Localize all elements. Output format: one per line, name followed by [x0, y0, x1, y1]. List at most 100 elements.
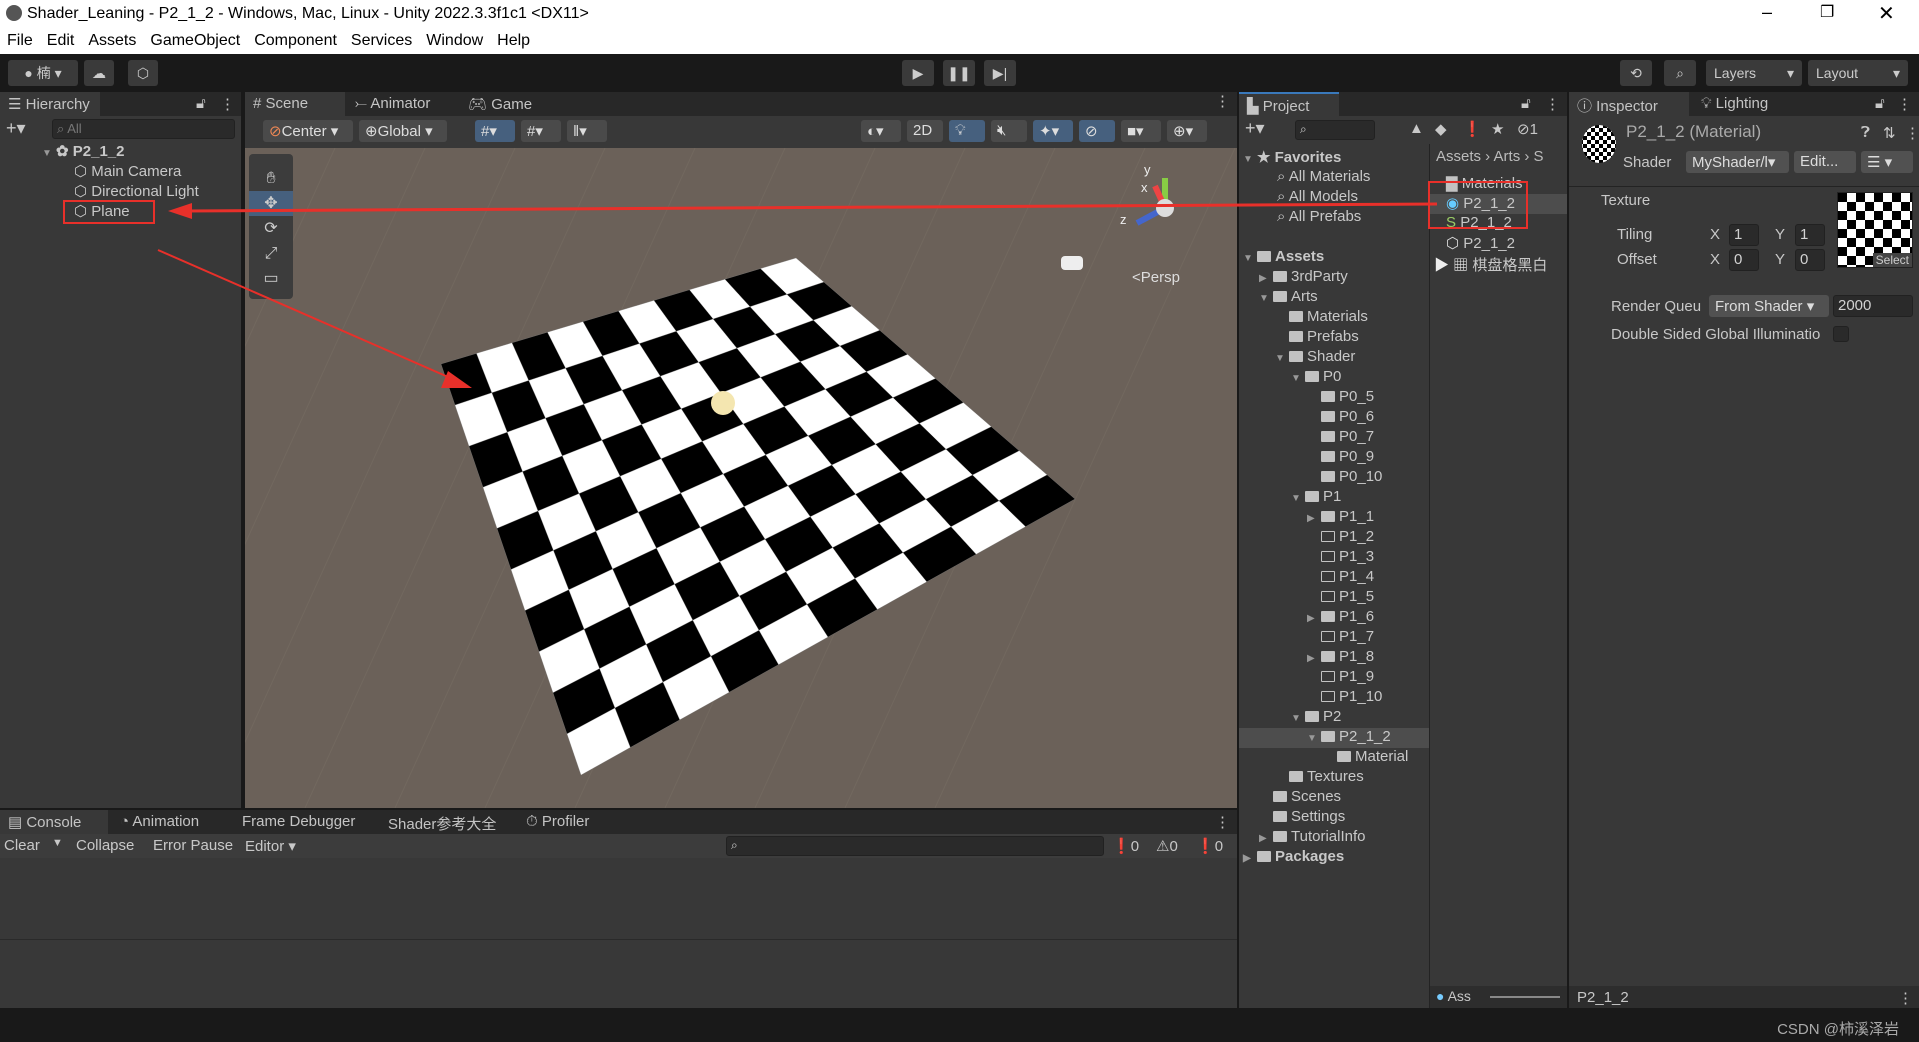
- directional-light-icon[interactable]: [711, 391, 735, 415]
- more-icon[interactable]: ⋮: [1215, 92, 1230, 110]
- filter-label-icon[interactable]: ◆: [1435, 120, 1447, 138]
- project-tree-item[interactable]: ▼ P0: [1291, 368, 1341, 388]
- lock-icon[interactable]: 🔓︎: [196, 95, 206, 112]
- scene-canvas[interactable]: [245, 148, 1237, 808]
- tab-game[interactable]: 🎮︎ Game: [460, 92, 540, 116]
- visibility-toggle[interactable]: ⊘: [1079, 120, 1115, 142]
- rotate-tool-icon[interactable]: ⟳: [249, 216, 293, 241]
- menu-gameobject[interactable]: GameObject: [143, 28, 247, 54]
- chevron-right-icon[interactable]: ▶: [1259, 833, 1273, 844]
- maximize-button[interactable]: ❐: [1820, 2, 1834, 22]
- project-tree-item[interactable]: ▼ Assets: [1243, 248, 1324, 268]
- breadcrumb-item[interactable]: S: [1534, 148, 1544, 165]
- favorite-star-icon[interactable]: ★: [1491, 120, 1504, 138]
- more-icon[interactable]: ⋮: [1215, 813, 1230, 831]
- lock-icon[interactable]: 🔓︎: [1521, 95, 1531, 112]
- hand-tool-icon[interactable]: ✋︎: [249, 166, 293, 191]
- offset-x-field[interactable]: 0: [1729, 249, 1759, 271]
- chevron-down-icon[interactable]: ▼: [1291, 373, 1305, 384]
- tab-console[interactable]: ▤ Console: [0, 810, 108, 834]
- hierarchy-item-main-camera[interactable]: ⬡ Main Camera: [74, 162, 181, 182]
- add-button[interactable]: +▾: [6, 118, 26, 139]
- menu-file[interactable]: File: [0, 28, 40, 54]
- cloud-button[interactable]: ☁: [84, 60, 114, 86]
- tab-animator[interactable]: ⤚ Animator: [347, 92, 438, 116]
- effects-dropdown[interactable]: ✦▾: [1033, 120, 1073, 142]
- project-tree-item[interactable]: P1_3: [1307, 548, 1374, 568]
- increment-snap-button[interactable]: ‖▾: [567, 120, 607, 142]
- filter-error-icon[interactable]: ❗: [1463, 120, 1482, 138]
- rect-tool-icon[interactable]: ▭: [249, 266, 293, 291]
- chevron-right-icon[interactable]: ▶: [1307, 513, 1321, 524]
- project-tree-item[interactable]: ▶ P1_1: [1307, 508, 1374, 528]
- project-tree-item[interactable]: ▶ Packages: [1243, 848, 1344, 868]
- pause-button[interactable]: ❚❚: [943, 60, 975, 86]
- project-tree-item[interactable]: ▼ P2_1_2: [1239, 728, 1429, 748]
- grid-snap-button[interactable]: #▾: [475, 120, 515, 142]
- shading-mode-button[interactable]: ◐▾: [861, 120, 901, 142]
- collapse-button[interactable]: Collapse: [76, 837, 134, 854]
- favorite-all-materials[interactable]: ⌕ All Materials: [1277, 168, 1370, 188]
- project-tree-item[interactable]: P1_5: [1307, 588, 1374, 608]
- menu-help[interactable]: Help: [490, 28, 537, 54]
- shader-options-button[interactable]: ☰ ▾: [1861, 151, 1913, 173]
- more-icon[interactable]: ⋮: [1905, 124, 1919, 142]
- select-texture-button[interactable]: Select: [1872, 253, 1912, 267]
- log-toggle[interactable]: ❗0: [1112, 837, 1139, 855]
- project-tree-item[interactable]: ▼ P2: [1291, 708, 1341, 728]
- render-queue-dropdown[interactable]: From Shader ▾: [1709, 295, 1829, 317]
- chevron-down-icon[interactable]: ▼: [1243, 253, 1257, 264]
- double-sided-gi-checkbox[interactable]: [1833, 326, 1849, 342]
- audio-toggle[interactable]: 🔇︎: [991, 120, 1027, 142]
- favorites-header[interactable]: ▼ ★ Favorites: [1243, 148, 1341, 168]
- project-tree-item[interactable]: ▶ TutorialInfo: [1259, 828, 1365, 848]
- project-tree-item[interactable]: P1_4: [1307, 568, 1374, 588]
- project-file-item[interactable]: ▶ ▦ 棋盘格黑白: [1434, 254, 1547, 274]
- project-tree-item[interactable]: ▼ Shader: [1275, 348, 1355, 368]
- chevron-down-icon[interactable]: ▼: [1307, 733, 1321, 744]
- filter-type-icon[interactable]: ▲: [1409, 120, 1424, 137]
- lock-icon[interactable]: 🔓︎: [1875, 95, 1885, 112]
- tab-animation[interactable]: ◔ Animation: [112, 810, 207, 834]
- project-tree-item[interactable]: P0_6: [1307, 408, 1374, 428]
- hidden-packages-icon[interactable]: ⊘1: [1517, 120, 1538, 138]
- tab-hierarchy[interactable]: ☰ Hierarchy: [0, 92, 100, 116]
- project-tree-item[interactable]: Materials: [1275, 308, 1368, 328]
- search-button[interactable]: ⌕: [1664, 60, 1696, 86]
- editor-dropdown[interactable]: Editor ▾: [245, 837, 296, 855]
- project-tree-item[interactable]: ▶ P1_6: [1307, 608, 1374, 628]
- tab-profiler[interactable]: ⏱︎ Profiler: [518, 810, 597, 834]
- step-button[interactable]: ▶|: [984, 60, 1016, 86]
- project-tree-item[interactable]: P0_10: [1307, 468, 1382, 488]
- scene-viewport[interactable]: ✋︎ ✥ ⟳ ⤢ ▭ <Persp y x z: [245, 148, 1237, 808]
- history-button[interactable]: ⟲: [1620, 60, 1652, 86]
- shader-dropdown[interactable]: MyShader/l▾: [1686, 151, 1789, 173]
- project-tree-item[interactable]: Settings: [1259, 808, 1345, 828]
- breadcrumb-item[interactable]: Arts: [1494, 148, 1521, 165]
- offset-y-field[interactable]: 0: [1795, 249, 1825, 271]
- chevron-right-icon[interactable]: ▶: [1243, 853, 1257, 864]
- more-icon[interactable]: ⋮: [1897, 95, 1912, 113]
- project-tree-item[interactable]: P0_5: [1307, 388, 1374, 408]
- lighting-toggle[interactable]: 💡︎: [949, 120, 985, 142]
- menu-edit[interactable]: Edit: [40, 28, 82, 54]
- settings-icon[interactable]: ⇅: [1883, 124, 1896, 142]
- 2d-toggle[interactable]: 2D: [907, 120, 943, 142]
- tab-lighting[interactable]: 💡︎ Lighting: [1693, 92, 1776, 116]
- more-icon[interactable]: ⋮: [220, 95, 235, 113]
- tab-frame-debugger[interactable]: Frame Debugger: [234, 810, 363, 834]
- warning-toggle[interactable]: ⚠0: [1156, 837, 1178, 855]
- project-tree-item[interactable]: P1_7: [1307, 628, 1374, 648]
- tab-inspector[interactable]: ⓘ Inspector: [1569, 92, 1689, 116]
- project-tree-item[interactable]: ▼ Arts: [1259, 288, 1318, 308]
- layout-dropdown[interactable]: Layout ▾: [1808, 60, 1908, 86]
- project-tree-item[interactable]: ▶ P1_8: [1307, 648, 1374, 668]
- close-button[interactable]: ✕: [1878, 1, 1895, 26]
- error-toggle[interactable]: ❗0: [1196, 837, 1223, 855]
- menu-window[interactable]: Window: [419, 28, 490, 54]
- tiling-x-field[interactable]: 1: [1729, 224, 1759, 246]
- project-file-item[interactable]: ⬡ P2_1_2: [1446, 234, 1515, 254]
- project-tree-item[interactable]: Scenes: [1259, 788, 1341, 808]
- tab-project[interactable]: ▙ Project: [1239, 92, 1339, 116]
- chevron-right-icon[interactable]: ▶: [1307, 653, 1321, 664]
